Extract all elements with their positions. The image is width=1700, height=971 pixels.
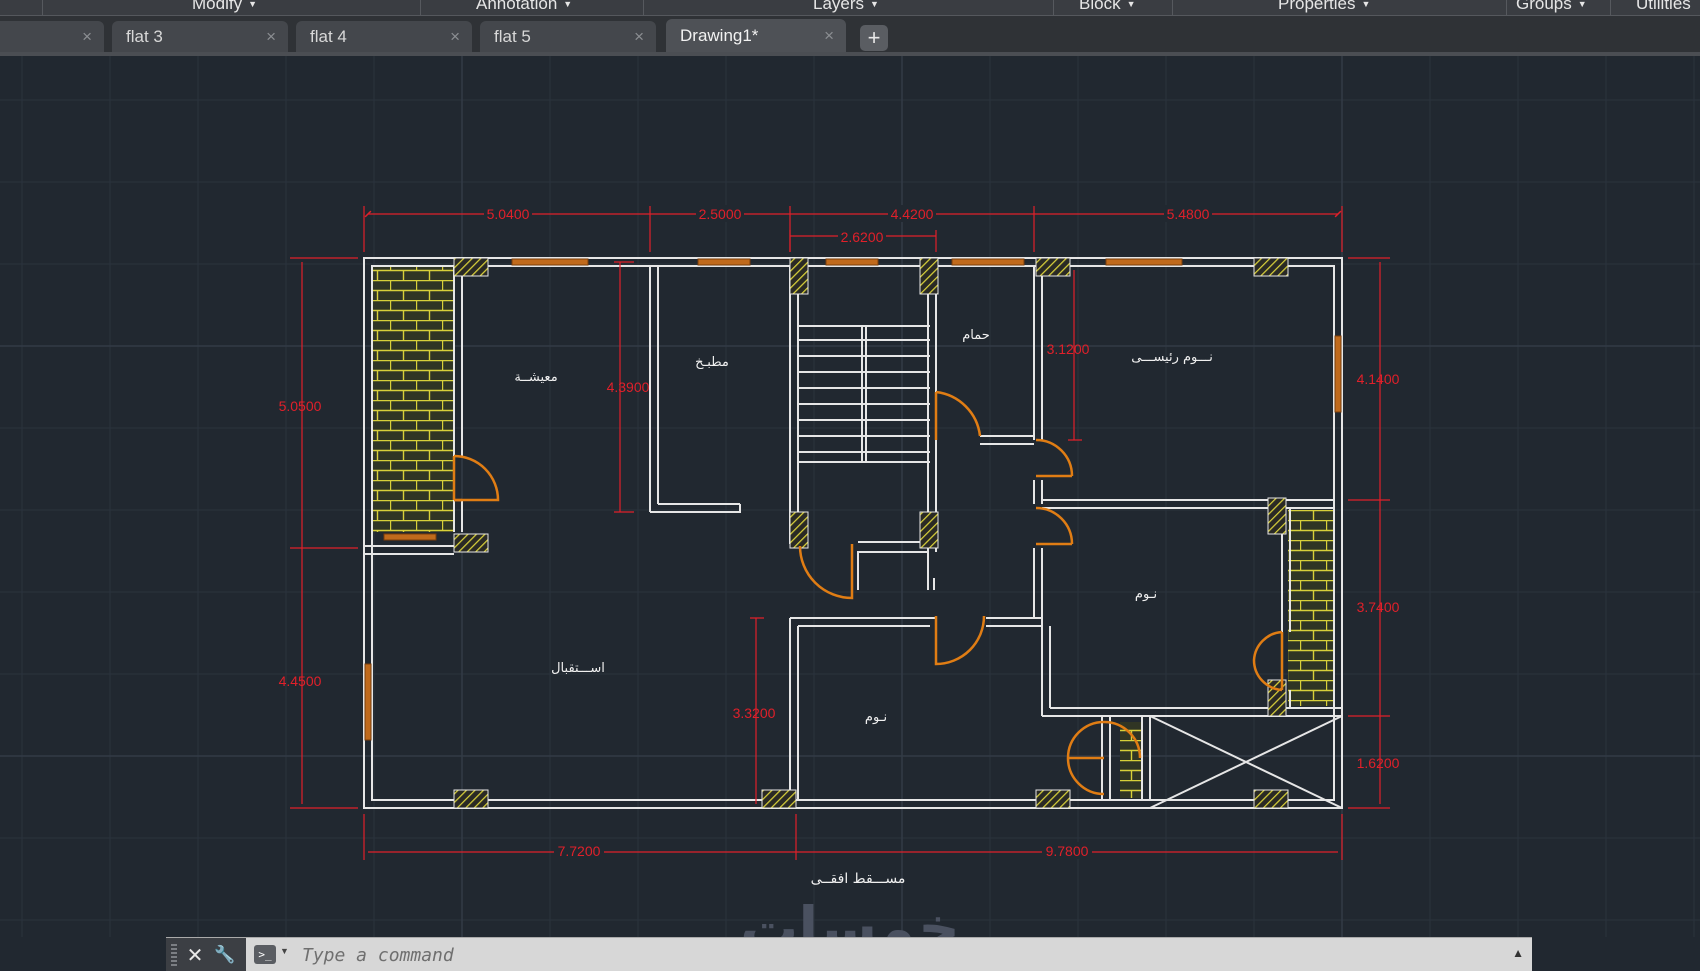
file-tab-flat-4[interactable]: flat 4 × [296, 21, 472, 53]
wrench-icon: 🔧 [214, 945, 236, 964]
dimension-label: 9.7800 [1046, 843, 1089, 859]
ribbon-panel-label: Groups [1516, 0, 1572, 13]
tab-label: flat 3 [126, 27, 163, 46]
ribbon-panel-label: Annotation [476, 0, 558, 13]
command-line-toolbar: ✕ 🔧 [166, 938, 246, 971]
close-command-line-button[interactable]: ✕ [182, 941, 208, 969]
ribbon-separator [1172, 0, 1173, 15]
close-icon[interactable]: × [824, 19, 834, 53]
ribbon-panel-block[interactable]: Block ▼ [1079, 0, 1136, 13]
chevron-down-icon: ▼ [1126, 0, 1136, 9]
close-icon[interactable]: × [82, 21, 92, 53]
ribbon-separator [42, 0, 43, 15]
ribbon-separator [1610, 0, 1611, 15]
chevron-down-icon: ▼ [1577, 0, 1587, 9]
ribbon-panel-label: Properties [1278, 0, 1356, 13]
dimension-label: 4.4200 [891, 206, 934, 222]
command-input[interactable] [300, 941, 1474, 969]
ribbon-panel-annotation[interactable]: Annotation ▼ [476, 0, 572, 13]
ribbon-panel-layers[interactable]: Layers ▼ [813, 0, 879, 13]
watermark-logo: خمسات [740, 894, 960, 937]
drawing-title: مســـقط افقــى [811, 871, 906, 887]
file-tab-flat-3[interactable]: flat 3 × [112, 21, 288, 53]
tab-label: Drawing1* [680, 26, 759, 45]
dimension-label: 4.1400 [1357, 371, 1400, 387]
chevron-down-icon: ▼ [870, 0, 879, 9]
room-label-reception: اســـتقبال [551, 661, 605, 676]
chevron-up-icon: ▲ [1512, 946, 1524, 960]
ribbon-panel-properties[interactable]: Properties ▼ [1278, 0, 1370, 13]
chevron-down-icon: ▼ [1361, 0, 1371, 9]
dimension-label: 5.0500 [279, 398, 322, 414]
command-line: ✕ 🔧 >_ ▼ ▲ [166, 937, 1532, 971]
dimension-label: 2.6200 [841, 229, 884, 245]
dimension-label: 2.5000 [699, 206, 742, 222]
chevron-down-icon: ▼ [563, 0, 573, 9]
room-label-kitchen: مطبـخ [695, 355, 729, 370]
close-icon[interactable]: × [450, 21, 460, 53]
dimension-label: 5.4800 [1167, 206, 1210, 222]
ribbon-panel-modify[interactable]: Modify ▼ [192, 0, 257, 13]
dimension-label: 4.4500 [279, 673, 322, 689]
ribbon-panel-groups[interactable]: Groups ▼ [1516, 0, 1587, 13]
ribbon-panel-label: Modify [192, 0, 243, 13]
ribbon-panel-bar: Modify ▼ Annotation ▼ Layers ▼ Block ▼ Prope… [0, 0, 1700, 16]
dimension-label: 3.3200 [733, 705, 776, 721]
plus-icon: + [867, 25, 881, 50]
command-history-button[interactable]: ▲ [1512, 946, 1524, 960]
customize-button[interactable]: 🔧 [212, 941, 238, 969]
file-tab-drawing1[interactable]: Drawing1* × [666, 19, 846, 53]
dimension-label: 1.6200 [1357, 755, 1400, 771]
canvas-grid [0, 56, 1700, 937]
close-icon[interactable]: × [634, 21, 644, 53]
dimension-label: 3.1200 [1047, 341, 1090, 357]
ribbon-panel-label: Block [1079, 0, 1121, 13]
new-tab-button[interactable]: + [860, 25, 888, 51]
ribbon-separator [643, 0, 644, 15]
chevron-down-icon: ▼ [248, 0, 257, 9]
chevron-down-icon[interactable]: ▼ [280, 946, 289, 956]
dimension-label: 7.7200 [558, 843, 601, 859]
room-label-master-bedroom: نـــوم رئيســـى [1131, 350, 1213, 365]
ribbon-panel-label: Utilities [1636, 0, 1691, 13]
room-label-bedroom: نـوم [1135, 587, 1157, 602]
tab-label: flat 4 [310, 27, 347, 46]
close-icon: ✕ [186, 944, 204, 967]
command-prompt-icon[interactable]: >_ [254, 945, 276, 964]
drag-handle-icon[interactable] [171, 944, 177, 966]
ribbon-panel-label: Layers [813, 0, 865, 13]
ribbon-separator [1506, 0, 1507, 15]
room-label-bathroom: حمام [962, 328, 990, 343]
ribbon-separator [420, 0, 421, 15]
file-tab[interactable]: × [0, 21, 104, 53]
tab-label: flat 5 [494, 27, 531, 46]
ribbon-panel-utilities[interactable]: Utilities [1636, 0, 1691, 13]
dimension-label: 5.0400 [487, 206, 530, 222]
room-label-living: معيشــة [514, 370, 557, 385]
ribbon-separator [1053, 0, 1054, 15]
close-icon[interactable]: × [266, 21, 276, 53]
dimension-label: 4.3900 [607, 379, 650, 395]
room-label-bedroom: نـوم [865, 710, 887, 725]
dimension-label: 3.7400 [1357, 599, 1400, 615]
drawing-canvas[interactable]: 5.0400 2.5000 4.4200 5.4800 2.6200 5.050… [0, 56, 1700, 937]
file-tab-flat-5[interactable]: flat 5 × [480, 21, 656, 53]
